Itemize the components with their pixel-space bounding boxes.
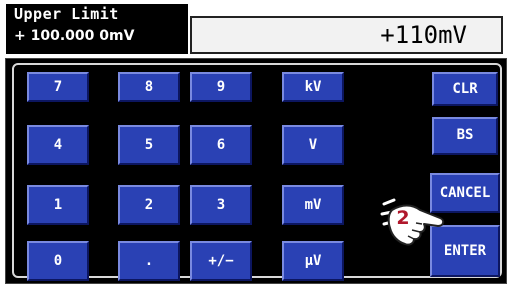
key-sign[interactable]: +/− xyxy=(190,241,252,281)
backspace-button[interactable]: BS xyxy=(432,117,498,155)
key-2[interactable]: 2 xyxy=(118,185,180,225)
parameter-title: Upper Limit xyxy=(14,5,119,23)
clear-button[interactable]: CLR xyxy=(432,72,498,106)
pointing-hand-icon: 2 xyxy=(380,198,445,246)
key-uv[interactable]: µV xyxy=(282,241,344,281)
key-mv[interactable]: mV xyxy=(282,185,344,225)
key-1[interactable]: 1 xyxy=(27,185,89,225)
key-7[interactable]: 7 xyxy=(27,72,89,102)
key-9[interactable]: 9 xyxy=(190,72,252,102)
key-4[interactable]: 4 xyxy=(27,125,89,165)
key-8[interactable]: 8 xyxy=(118,72,180,102)
screen: Upper Limit + 100.000 0mV +110mV 7 8 9 k… xyxy=(0,0,512,293)
entry-display: +110mV xyxy=(190,16,503,54)
current-value: + 100.000 0mV xyxy=(14,28,135,44)
key-v[interactable]: V xyxy=(282,125,344,165)
key-kv[interactable]: kV xyxy=(282,72,344,102)
key-3[interactable]: 3 xyxy=(190,185,252,225)
key-0[interactable]: 0 xyxy=(27,241,89,281)
keypad-panel: 7 8 9 kV CLR 4 5 6 V BS 1 2 3 mV CANCEL … xyxy=(5,58,507,284)
key-6[interactable]: 6 xyxy=(190,125,252,165)
parameter-title-box: Upper Limit + 100.000 0mV xyxy=(6,4,188,54)
step-number: 2 xyxy=(396,207,409,229)
key-decimal[interactable]: . xyxy=(118,241,180,281)
key-5[interactable]: 5 xyxy=(118,125,180,165)
